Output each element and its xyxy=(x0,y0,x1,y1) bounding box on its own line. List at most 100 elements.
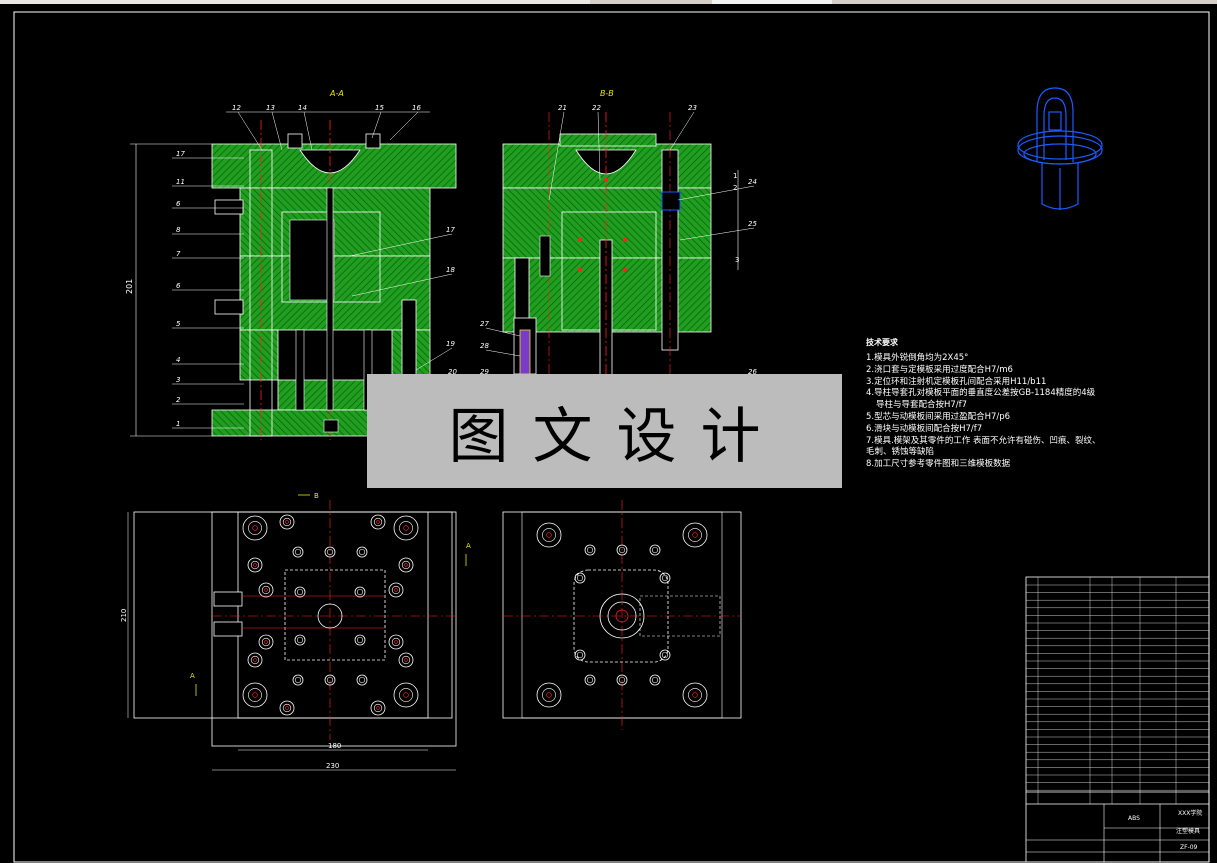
dim-height-aa: 201 xyxy=(125,279,134,294)
product-top-loop xyxy=(1036,87,1074,162)
plan-hole xyxy=(294,634,306,646)
tech-req-item: 4.导柱导套孔对模板平面的垂直度公差按GB-1184精度的4级 xyxy=(866,388,1096,399)
part-number-label: 24 xyxy=(748,178,757,186)
section-bb-view[interactable]: 1 2 3 B-B 21 22 23242526272829 xyxy=(480,89,757,381)
part-number-label: 11 xyxy=(176,178,185,186)
part-number-label: 16 xyxy=(412,104,421,112)
locating-ring-left xyxy=(287,133,303,149)
dim-height-plan: 210 xyxy=(120,609,128,622)
plan-view-fixed-half[interactable] xyxy=(502,500,742,730)
section-mark-a-right: A xyxy=(466,542,471,550)
plan-hole xyxy=(393,515,419,541)
water-nozzle-upper xyxy=(214,199,244,215)
plan-hole xyxy=(247,652,263,668)
dim-width-inner: 180 xyxy=(328,742,341,750)
plan-hole xyxy=(536,682,562,708)
part-number-label: 27 xyxy=(480,320,489,328)
part-number-label: 12 xyxy=(232,104,241,112)
plan-hole xyxy=(354,586,366,598)
tech-req-item: 2.浇口套与定模板采用过度配合H7/m6 xyxy=(866,364,1013,375)
plan-hole xyxy=(584,674,596,686)
plan-hole xyxy=(370,514,386,530)
water-nozzle-lower xyxy=(214,299,244,315)
part-number-label: 17 xyxy=(446,226,455,234)
title-block[interactable]: ABS XXX学院 注塑模具 ZF-09 xyxy=(1025,576,1210,863)
tech-req-list: 1.模具外锐倒角均为2X45° 2.浇口套与定模板采用过度配合H7/m6 3.定… xyxy=(866,353,1101,471)
part-number-label: 23 xyxy=(688,104,697,112)
plan-hole xyxy=(682,522,708,548)
tb-drawing-no: ZF-09 xyxy=(1180,844,1198,851)
section-mark-b-top: B xyxy=(314,492,319,500)
part-number-label: 18 xyxy=(446,266,455,274)
part-number-label: 1 xyxy=(176,420,180,428)
plan-hole xyxy=(649,674,661,686)
support-pillar-left xyxy=(295,329,305,411)
plan-hole xyxy=(258,582,274,598)
part-number-label: 5 xyxy=(176,320,181,328)
tech-req-item: 1.模具外锐倒角均为2X45° xyxy=(866,353,969,363)
svg-text:2: 2 xyxy=(733,184,737,192)
plan-hole xyxy=(292,674,304,686)
part-number-label: 2 xyxy=(176,396,181,404)
part-number-label: 19 xyxy=(446,340,455,348)
plan-view-moving-half[interactable]: 180 230 210 B A A xyxy=(120,492,471,771)
section-title-aa: A-A xyxy=(329,89,344,98)
plan-clamp-plate xyxy=(211,511,457,747)
tech-req-item: 导柱与导套配合按H7/f7 xyxy=(876,400,968,411)
bom-rows xyxy=(1026,577,1209,804)
part-number-label: 6 xyxy=(176,282,181,290)
tech-req-item: 3.定位环和注射机定模板孔间配合采用H11/b11 xyxy=(866,376,1047,387)
section-title-bb: B-B xyxy=(600,89,614,98)
plan-hole xyxy=(356,546,368,558)
plan-hole xyxy=(279,514,295,530)
ejector-pin xyxy=(326,187,334,411)
tb-company: XXX学院 xyxy=(1178,809,1202,817)
plan-hole xyxy=(398,557,414,573)
svg-text:1: 1 xyxy=(733,172,737,180)
plan-hole xyxy=(659,572,671,584)
plan-hole xyxy=(242,682,268,708)
part-number-label: 25 xyxy=(748,220,757,228)
plan-hole xyxy=(574,572,586,584)
plan-hole xyxy=(388,582,404,598)
locating-ring-right xyxy=(365,133,381,149)
part-number-label: 4 xyxy=(176,356,180,364)
tech-req-item: 8.加工尺寸参考零件图和三维模板数据 xyxy=(866,459,1011,470)
plan-hole xyxy=(584,544,596,556)
plan-hole xyxy=(398,652,414,668)
plan-hole xyxy=(294,586,306,598)
bb-locating-ring xyxy=(559,133,657,147)
plan-water-nozzle-1 xyxy=(213,591,243,607)
plan-hole xyxy=(388,634,404,650)
plan-hole xyxy=(242,515,268,541)
part-number-label: 28 xyxy=(480,342,489,350)
plan-hole xyxy=(356,674,368,686)
plan-hole xyxy=(682,682,708,708)
plan-hole xyxy=(536,522,562,548)
section-mark-a-left: A xyxy=(190,672,195,680)
part-number-label: 13 xyxy=(266,104,275,112)
plan-hole xyxy=(659,649,671,661)
svg-text:3: 3 xyxy=(735,256,739,264)
product-isometric-view[interactable] xyxy=(1017,87,1103,210)
plan-left-holes xyxy=(242,514,419,716)
part-labels-aa-left: 17 11 6 8 7 6 5 4 3 2 1 xyxy=(172,150,244,429)
tech-req-item: 毛刺、锈蚀等缺陷 xyxy=(866,447,935,458)
tech-req-item: 6.滑块与动模板间配合按H7/f7 xyxy=(866,423,983,434)
core-plate xyxy=(239,255,431,331)
part-number-label: 7 xyxy=(176,250,181,258)
tb-material: ABS xyxy=(1128,815,1140,822)
part-number-label: 14 xyxy=(298,104,307,112)
bom-table-frame xyxy=(1025,576,1210,863)
plan-hole xyxy=(292,546,304,558)
part-number-label: 17 xyxy=(176,150,185,158)
plan-outline-outer xyxy=(133,511,453,719)
plan-hole xyxy=(247,557,263,573)
tech-req-item: 5.型芯与动模板间采用过盈配合H7/p6 xyxy=(866,411,1011,422)
part-labels-aa-top: 12 13 14 15 16 xyxy=(226,104,430,151)
stop-pin xyxy=(323,419,339,433)
plan-hole xyxy=(279,700,295,716)
tech-req-item: 7.模具.模架及其零件的工作 表面不允许有碰伤、凹痕、裂纹、 xyxy=(866,435,1101,446)
bb-screw xyxy=(539,235,551,277)
plan-cavity-insert xyxy=(284,569,386,661)
